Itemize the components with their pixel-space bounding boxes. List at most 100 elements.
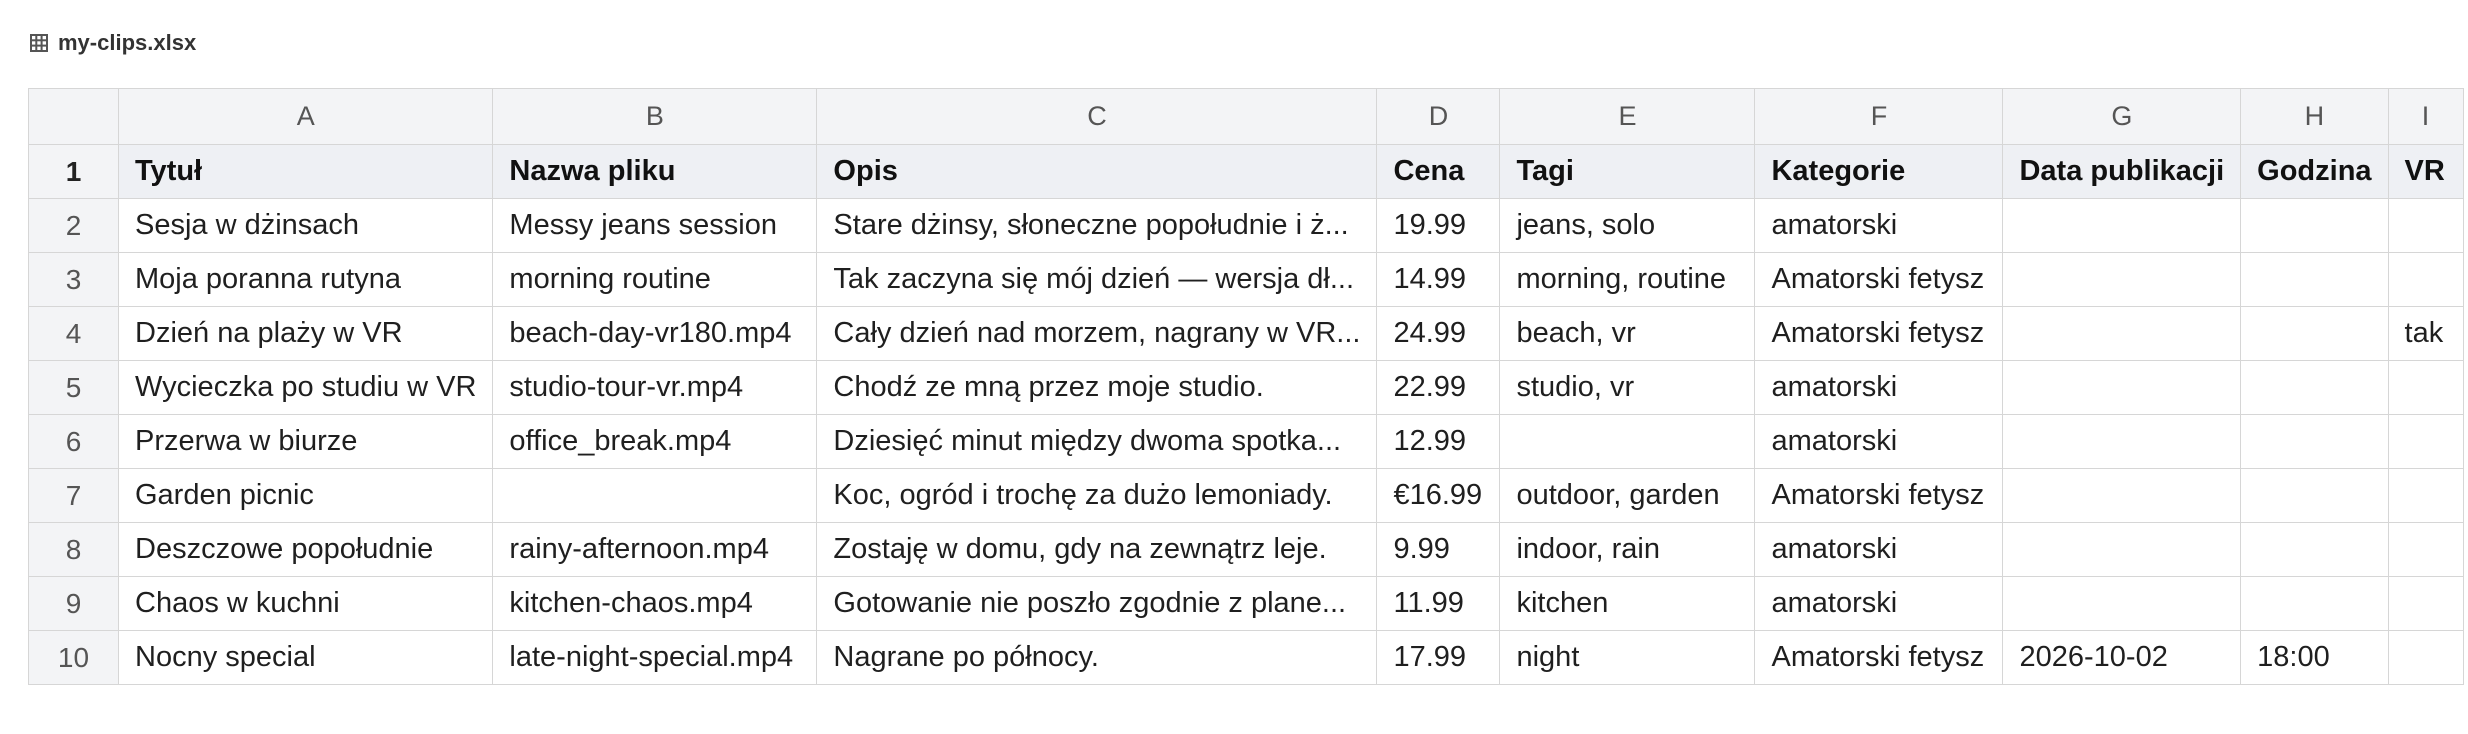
header-cell-godzina[interactable]: Godzina: [2240, 144, 2389, 199]
header-cell-vr[interactable]: VR: [2387, 144, 2464, 199]
cell-vr[interactable]: [2387, 414, 2464, 469]
row-number[interactable]: 4: [28, 306, 119, 361]
row-number[interactable]: 3: [28, 252, 119, 307]
cell-data-publikacji[interactable]: 2026-10-02: [2002, 630, 2242, 685]
header-cell-cena[interactable]: Cena: [1376, 144, 1501, 199]
cell-vr[interactable]: [2387, 198, 2464, 253]
cell-opis[interactable]: Chodź ze mną przez moje studio.: [816, 360, 1378, 415]
row-number[interactable]: 5: [28, 360, 119, 415]
column-header-b[interactable]: B: [492, 88, 818, 145]
cell-vr[interactable]: [2387, 468, 2464, 523]
row-number[interactable]: 1: [28, 144, 119, 199]
column-header-i[interactable]: I: [2387, 88, 2464, 145]
cell-opis[interactable]: Cały dzień nad morzem, nagrany w VR...: [816, 306, 1378, 361]
column-header-f[interactable]: F: [1754, 88, 2004, 145]
cell-nazwa-pliku[interactable]: kitchen-chaos.mp4: [492, 576, 818, 631]
cell-tytul[interactable]: Przerwa w biurze: [117, 414, 494, 469]
header-cell-nazwa-pliku[interactable]: Nazwa pliku: [492, 144, 818, 199]
cell-cena[interactable]: 24.99: [1376, 306, 1501, 361]
cell-cena[interactable]: €16.99: [1376, 468, 1501, 523]
cell-opis[interactable]: Tak zaczyna się mój dzień — wersja dł...: [816, 252, 1378, 307]
column-header-c[interactable]: C: [816, 88, 1378, 145]
cell-vr[interactable]: [2387, 630, 2464, 685]
cell-opis[interactable]: Zostaję w domu, gdy na zewnątrz leje.: [816, 522, 1378, 577]
cell-tagi[interactable]: [1499, 414, 1756, 469]
cell-tagi[interactable]: indoor, rain: [1499, 522, 1756, 577]
row-number[interactable]: 2: [28, 198, 119, 253]
select-all-corner[interactable]: [28, 88, 119, 145]
cell-kategorie[interactable]: Amatorski fetysz: [1754, 630, 2004, 685]
cell-nazwa-pliku[interactable]: [492, 468, 818, 523]
row-number[interactable]: 7: [28, 468, 119, 523]
cell-data-publikacji[interactable]: [2002, 198, 2242, 253]
cell-tytul[interactable]: Deszczowe popołudnie: [117, 522, 494, 577]
header-cell-kategorie[interactable]: Kategorie: [1754, 144, 2004, 199]
cell-opis[interactable]: Dziesięć minut między dwoma spotka...: [816, 414, 1378, 469]
cell-tagi[interactable]: studio, vr: [1499, 360, 1756, 415]
cell-cena[interactable]: 17.99: [1376, 630, 1501, 685]
cell-godzina[interactable]: [2240, 414, 2389, 469]
cell-data-publikacji[interactable]: [2002, 252, 2242, 307]
cell-cena[interactable]: 11.99: [1376, 576, 1501, 631]
cell-tytul[interactable]: Dzień na plaży w VR: [117, 306, 494, 361]
header-cell-data-publikacji[interactable]: Data publikacji: [2002, 144, 2242, 199]
cell-kategorie[interactable]: Amatorski fetysz: [1754, 306, 2004, 361]
cell-opis[interactable]: Koc, ogród i trochę za dużo lemoniady.: [816, 468, 1378, 523]
header-cell-opis[interactable]: Opis: [816, 144, 1378, 199]
cell-data-publikacji[interactable]: [2002, 306, 2242, 361]
row-number[interactable]: 10: [28, 630, 119, 685]
cell-data-publikacji[interactable]: [2002, 414, 2242, 469]
cell-tagi[interactable]: outdoor, garden: [1499, 468, 1756, 523]
cell-cena[interactable]: 9.99: [1376, 522, 1501, 577]
header-cell-tagi[interactable]: Tagi: [1499, 144, 1756, 199]
cell-tagi[interactable]: kitchen: [1499, 576, 1756, 631]
row-number[interactable]: 6: [28, 414, 119, 469]
cell-kategorie[interactable]: amatorski: [1754, 360, 2004, 415]
cell-vr[interactable]: [2387, 576, 2464, 631]
header-cell-tytul[interactable]: Tytuł: [117, 144, 494, 199]
column-header-h[interactable]: H: [2240, 88, 2389, 145]
cell-kategorie[interactable]: amatorski: [1754, 414, 2004, 469]
cell-kategorie[interactable]: amatorski: [1754, 522, 2004, 577]
cell-godzina[interactable]: [2240, 468, 2389, 523]
cell-opis[interactable]: Stare dżinsy, słoneczne popołudnie i ż..…: [816, 198, 1378, 253]
cell-data-publikacji[interactable]: [2002, 522, 2242, 577]
cell-godzina[interactable]: [2240, 306, 2389, 361]
cell-kategorie[interactable]: amatorski: [1754, 198, 2004, 253]
cell-vr[interactable]: [2387, 360, 2464, 415]
cell-nazwa-pliku[interactable]: Messy jeans session: [492, 198, 818, 253]
cell-godzina[interactable]: 18:00: [2240, 630, 2389, 685]
cell-tagi[interactable]: morning, routine: [1499, 252, 1756, 307]
cell-vr[interactable]: [2387, 522, 2464, 577]
cell-cena[interactable]: 12.99: [1376, 414, 1501, 469]
cell-vr[interactable]: [2387, 252, 2464, 307]
cell-tytul[interactable]: Sesja w dżinsach: [117, 198, 494, 253]
cell-tytul[interactable]: Chaos w kuchni: [117, 576, 494, 631]
cell-data-publikacji[interactable]: [2002, 360, 2242, 415]
cell-godzina[interactable]: [2240, 198, 2389, 253]
row-number[interactable]: 9: [28, 576, 119, 631]
cell-nazwa-pliku[interactable]: studio-tour-vr.mp4: [492, 360, 818, 415]
cell-tagi[interactable]: beach, vr: [1499, 306, 1756, 361]
cell-data-publikacji[interactable]: [2002, 468, 2242, 523]
cell-vr[interactable]: tak: [2387, 306, 2464, 361]
cell-opis[interactable]: Nagrane po północy.: [816, 630, 1378, 685]
column-header-d[interactable]: D: [1376, 88, 1501, 145]
cell-godzina[interactable]: [2240, 252, 2389, 307]
cell-tagi[interactable]: night: [1499, 630, 1756, 685]
cell-kategorie[interactable]: amatorski: [1754, 576, 2004, 631]
cell-nazwa-pliku[interactable]: rainy-afternoon.mp4: [492, 522, 818, 577]
row-number[interactable]: 8: [28, 522, 119, 577]
cell-godzina[interactable]: [2240, 360, 2389, 415]
column-header-g[interactable]: G: [2002, 88, 2242, 145]
cell-godzina[interactable]: [2240, 576, 2389, 631]
cell-cena[interactable]: 19.99: [1376, 198, 1501, 253]
column-header-a[interactable]: A: [117, 88, 494, 145]
cell-nazwa-pliku[interactable]: beach-day-vr180.mp4: [492, 306, 818, 361]
cell-tytul[interactable]: Wycieczka po studiu w VR: [117, 360, 494, 415]
cell-kategorie[interactable]: Amatorski fetysz: [1754, 252, 2004, 307]
cell-tytul[interactable]: Garden picnic: [117, 468, 494, 523]
cell-nazwa-pliku[interactable]: morning routine: [492, 252, 818, 307]
cell-data-publikacji[interactable]: [2002, 576, 2242, 631]
cell-opis[interactable]: Gotowanie nie poszło zgodnie z plane...: [816, 576, 1378, 631]
